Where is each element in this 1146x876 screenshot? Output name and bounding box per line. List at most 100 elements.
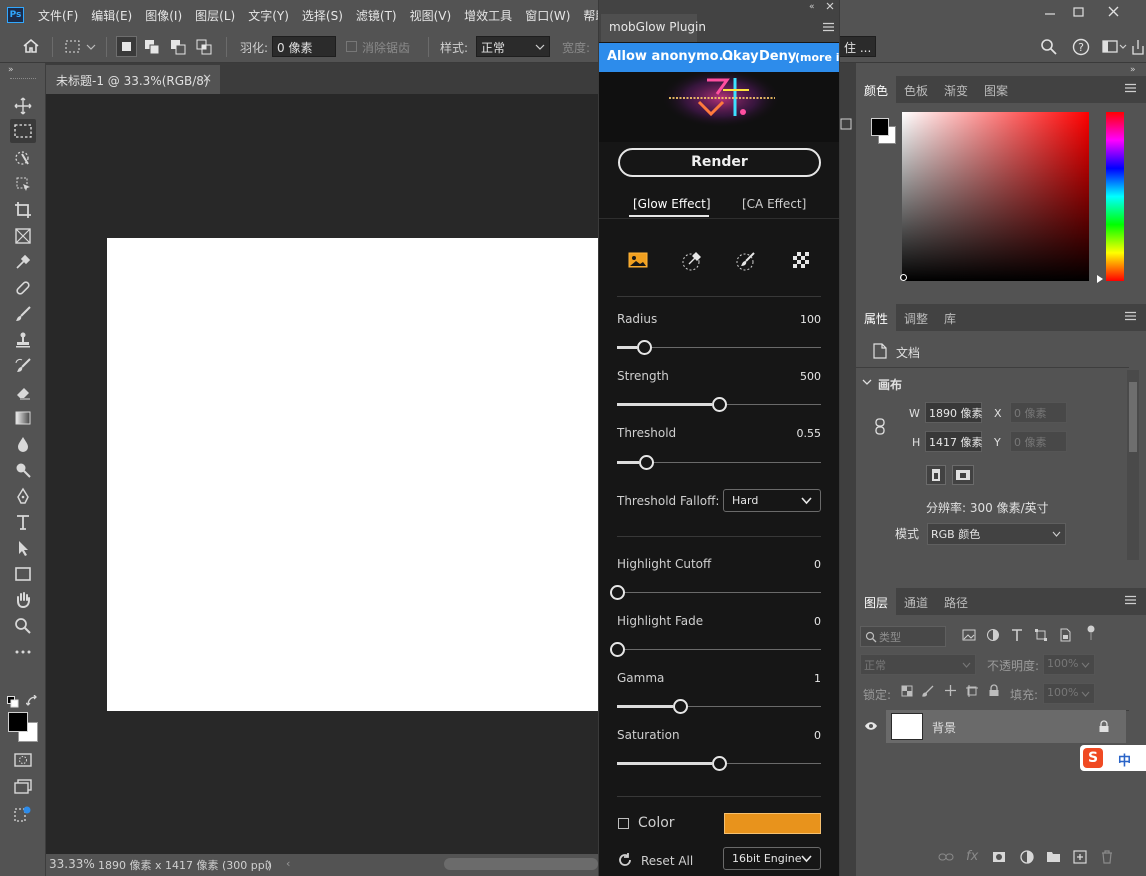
chevron-down-icon[interactable] <box>862 377 872 387</box>
menu-plugins[interactable]: 增效工具 <box>464 7 512 24</box>
strength-slider[interactable] <box>617 397 821 412</box>
default-colors-icon[interactable] <box>7 696 19 708</box>
dodge-tool-icon[interactable] <box>10 458 36 482</box>
radius-slider-thumb[interactable] <box>637 340 652 355</box>
canvas-width-input[interactable]: 1890 像素 <box>925 402 983 423</box>
edit-toolbar-icon[interactable] <box>10 802 36 826</box>
opacity-input[interactable]: 100% <box>1043 654 1095 675</box>
share-icon[interactable] <box>1130 38 1146 56</box>
color-panel-foreground-swatch[interactable] <box>871 118 889 136</box>
tab-adjustments[interactable]: 调整 <box>896 304 936 331</box>
plugin-title-tab[interactable]: mobGlow Plugin <box>601 14 706 42</box>
layers-panel-menu-icon[interactable] <box>1125 595 1136 606</box>
maximize-icon[interactable] <box>1068 4 1088 20</box>
menu-type[interactable]: 文字(Y) <box>248 7 289 24</box>
highlight-cutoff-slider-thumb[interactable] <box>610 585 625 600</box>
layer-style-icon[interactable]: fx <box>966 849 978 864</box>
subtract-selection-button[interactable] <box>169 38 189 56</box>
gamma-slider-thumb[interactable] <box>673 699 688 714</box>
zoom-level[interactable]: 33.33% <box>49 857 95 871</box>
path-selection-tool-icon[interactable] <box>10 536 36 560</box>
layer-filter-select[interactable]: 类型 <box>860 626 946 647</box>
tab-channels[interactable]: 通道 <box>896 588 936 615</box>
menu-edit[interactable]: 编辑(E) <box>91 7 132 24</box>
help-icon[interactable]: ? <box>1072 38 1090 56</box>
filter-toggle-icon[interactable] <box>1086 625 1096 641</box>
pen-tool-icon[interactable] <box>10 484 36 508</box>
workspace-icon[interactable] <box>1102 39 1128 55</box>
collapse-toolbar-icon[interactable]: » <box>8 65 14 75</box>
tab-ca-effect[interactable]: [CA Effect] <box>742 197 806 211</box>
blur-tool-icon[interactable] <box>10 432 36 456</box>
hand-tool-icon[interactable] <box>10 588 36 612</box>
color-panel-menu-icon[interactable] <box>1125 83 1136 94</box>
collapse-panel-icon[interactable]: « <box>809 2 815 12</box>
link-layers-icon[interactable] <box>938 852 954 862</box>
move-tool-icon[interactable] <box>10 94 36 118</box>
lock-transparent-icon[interactable] <box>901 685 913 697</box>
eraser-tool-icon[interactable] <box>10 380 36 404</box>
hue-slider[interactable] <box>1106 112 1124 281</box>
color-mode-select[interactable]: RGB 颜色 <box>927 523 1066 545</box>
fill-input[interactable]: 100% <box>1043 683 1095 704</box>
filter-adjustment-icon[interactable] <box>986 628 1000 642</box>
highlight-fade-slider[interactable] <box>610 642 821 657</box>
properties-scrollbar[interactable] <box>1127 370 1139 560</box>
marquee-preset-icon[interactable] <box>64 39 96 55</box>
document-dimensions[interactable]: 1890 像素 x 1417 像素 (300 ppi) <box>98 857 272 873</box>
minimize-icon[interactable] <box>1040 4 1060 20</box>
tab-color[interactable]: 颜色 <box>856 76 897 103</box>
antialias-checkbox[interactable] <box>346 41 357 52</box>
swap-colors-icon[interactable] <box>26 695 39 708</box>
type-tool-icon[interactable] <box>10 510 36 534</box>
new-group-icon[interactable] <box>1046 850 1061 863</box>
tab-gradients[interactable]: 渐变 <box>936 76 976 103</box>
transparency-icon[interactable] <box>791 250 811 270</box>
delete-layer-icon[interactable] <box>1101 850 1113 864</box>
reset-icon[interactable] <box>617 852 633 868</box>
healing-brush-tool-icon[interactable] <box>10 276 36 300</box>
history-brush-tool-icon[interactable] <box>10 354 36 378</box>
image-mode-icon[interactable] <box>627 250 649 270</box>
layer-lock-icon[interactable] <box>1098 720 1110 733</box>
crop-tool-icon[interactable] <box>10 198 36 222</box>
gradient-tool-icon[interactable] <box>10 406 36 430</box>
banner-okay-link[interactable]: Okay <box>722 49 759 64</box>
adjustment-layer-icon[interactable] <box>1020 850 1034 864</box>
plugin-menu-icon[interactable] <box>823 22 834 32</box>
status-menu-icon[interactable]: 〉 <box>266 857 277 873</box>
brush-tool-icon[interactable] <box>10 302 36 326</box>
ime-language[interactable]: 中 <box>1118 750 1131 769</box>
lock-all-icon[interactable] <box>988 684 1000 697</box>
more-tools-icon[interactable] <box>10 640 36 664</box>
horizontal-scrollbar[interactable] <box>444 858 598 870</box>
close-icon[interactable] <box>1104 4 1124 20</box>
filter-pixel-icon[interactable] <box>962 628 976 642</box>
lock-position-icon[interactable] <box>944 684 957 697</box>
document-canvas[interactable] <box>107 238 598 711</box>
new-layer-icon[interactable] <box>1073 850 1087 864</box>
add-selection-button[interactable] <box>143 38 163 56</box>
screen-mode-icon[interactable] <box>10 774 36 798</box>
history-icon[interactable] <box>840 117 852 131</box>
ime-toolbar[interactable]: S 中 <box>1080 745 1146 771</box>
canvas-y-input[interactable]: 0 像素 <box>1010 431 1067 452</box>
rectangle-tool-icon[interactable] <box>10 562 36 586</box>
close-tab-icon[interactable]: × <box>202 71 212 85</box>
menu-file[interactable]: 文件(F) <box>38 7 78 24</box>
properties-panel-menu-icon[interactable] <box>1125 311 1136 322</box>
quick-mask-icon[interactable] <box>10 748 36 772</box>
home-icon[interactable] <box>22 38 40 54</box>
menu-filter[interactable]: 滤镜(T) <box>356 7 397 24</box>
tab-paths[interactable]: 路径 <box>936 588 976 615</box>
tab-swatches[interactable]: 色板 <box>896 76 936 103</box>
canvas-height-input[interactable]: 1417 像素 <box>925 431 983 452</box>
strength-slider-thumb[interactable] <box>712 397 727 412</box>
brush-mask-icon[interactable] <box>735 250 757 272</box>
hue-slider-marker[interactable] <box>1097 275 1103 283</box>
filter-type-icon[interactable] <box>1010 628 1024 642</box>
filter-shape-icon[interactable] <box>1034 628 1048 642</box>
eye-icon[interactable] <box>864 720 878 732</box>
threshold-slider-thumb[interactable] <box>639 455 654 470</box>
close-panel-icon[interactable] <box>825 1 835 11</box>
